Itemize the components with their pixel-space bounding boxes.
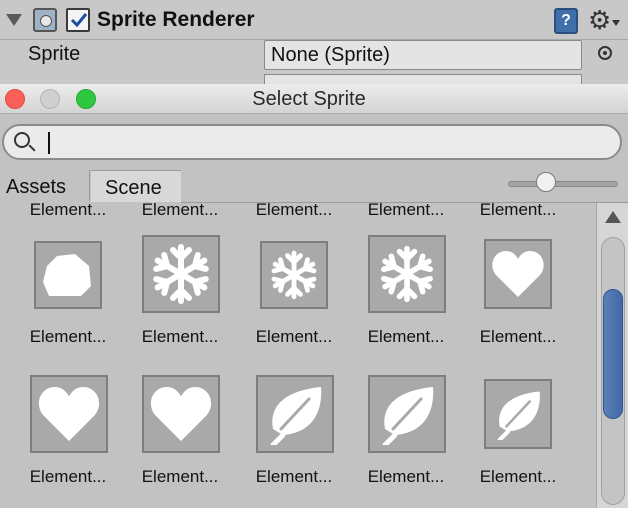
grid-item-label[interactable]: Element... [462,203,574,220]
grid-item-label[interactable]: Element... [350,203,462,220]
sprite-thumbnail[interactable] [30,375,108,453]
grid-item-label: Element... [479,327,557,346]
snowflake-icon [271,250,317,300]
sprite-label: Sprite [28,43,81,65]
select-sprite-window: Select Sprite Assets Scene Element... El… [0,84,628,508]
component-enabled-checkbox[interactable] [66,8,90,32]
sprite-grid-item[interactable]: Element... [238,373,350,508]
search-icon [14,132,30,148]
grid-item-label[interactable]: Element... [12,203,124,220]
sprite-thumbnail[interactable] [484,379,552,449]
grid-item-label: Element... [367,327,445,346]
window-titlebar[interactable]: Select Sprite [0,84,628,114]
grid-item-label: Element... [367,467,445,486]
sprite-object-field[interactable]: None (Sprite) [264,40,582,70]
sprite-renderer-icon [33,8,57,32]
sprite-thumbnail[interactable] [368,375,446,453]
vertical-scrollbar[interactable] [596,203,628,508]
sprite-grid-item[interactable]: Element... [238,233,350,373]
sprite-grid-item[interactable]: Element... [12,233,124,373]
search-input[interactable] [42,130,602,154]
gear-caret-icon [612,20,620,26]
rock-icon [43,254,91,296]
zoom-slider-track[interactable] [508,181,618,187]
component-header: Sprite Renderer ? ⚙ [0,0,628,40]
help-book-icon[interactable]: ? [554,8,578,34]
leaf-icon [382,387,434,445]
checkmark-icon [70,13,88,28]
grid-item-label[interactable]: Element... [124,203,236,220]
leaf-icon [497,391,540,440]
grid-item-label: Element... [29,467,107,486]
text-caret [48,132,50,154]
search-field[interactable] [2,124,622,160]
tab-assets[interactable]: Assets [0,170,90,203]
inspector-panel: Sprite Renderer ? ⚙ Sprite None (Sprite) [0,0,628,84]
object-picker-icon[interactable] [598,46,612,60]
scroll-up-arrow-icon[interactable] [605,211,621,223]
grid-item-label: Element... [479,467,557,486]
grid-item-label: Element... [255,327,333,346]
component-title: Sprite Renderer [97,8,255,31]
window-title: Select Sprite [252,88,366,110]
grid-item-label: Element... [141,467,219,486]
sprite-thumbnail[interactable] [368,235,446,313]
grid-item-label: Element... [255,467,333,486]
sprite-thumbnail[interactable] [484,239,552,309]
grid-item-label[interactable]: Element... [238,203,350,220]
sprite-grid-item[interactable]: Element... [462,373,574,508]
sprite-grid-item[interactable]: Element... [462,233,574,373]
heart-icon [492,251,544,297]
sprite-grid-item[interactable]: Element... [124,373,236,508]
zoom-slider-handle[interactable] [536,172,556,192]
sprite-thumbnail[interactable] [260,241,328,309]
sprite-thumbnail[interactable] [142,235,220,313]
sprite-thumbnail[interactable] [256,375,334,453]
scrollbar-thumb[interactable] [603,289,623,419]
sprite-grid: Element... Element... Element... Element… [0,203,596,508]
grid-item-label: Element... [29,327,107,346]
sprite-grid-item[interactable]: Element... [350,373,462,508]
sprite-thumbnail[interactable] [142,375,220,453]
grid-item-label: Element... [141,327,219,346]
sprite-grid-item[interactable]: Element... [124,233,236,373]
gear-icon[interactable]: ⚙ [588,5,611,35]
heart-icon [38,387,100,441]
foldout-arrow-icon[interactable] [6,14,22,26]
sprite-thumbnail[interactable] [34,241,102,309]
heart-icon [150,387,212,441]
snowflake-icon [381,245,433,303]
tab-scene[interactable]: Scene [91,170,181,202]
next-property-field[interactable] [264,74,582,84]
snowflake-icon [153,244,209,304]
sprite-grid-item[interactable]: Element... [350,233,462,373]
sprite-grid-item[interactable]: Element... [12,373,124,508]
leaf-icon [270,387,322,445]
sprite-property-row: Sprite None (Sprite) [0,40,628,70]
